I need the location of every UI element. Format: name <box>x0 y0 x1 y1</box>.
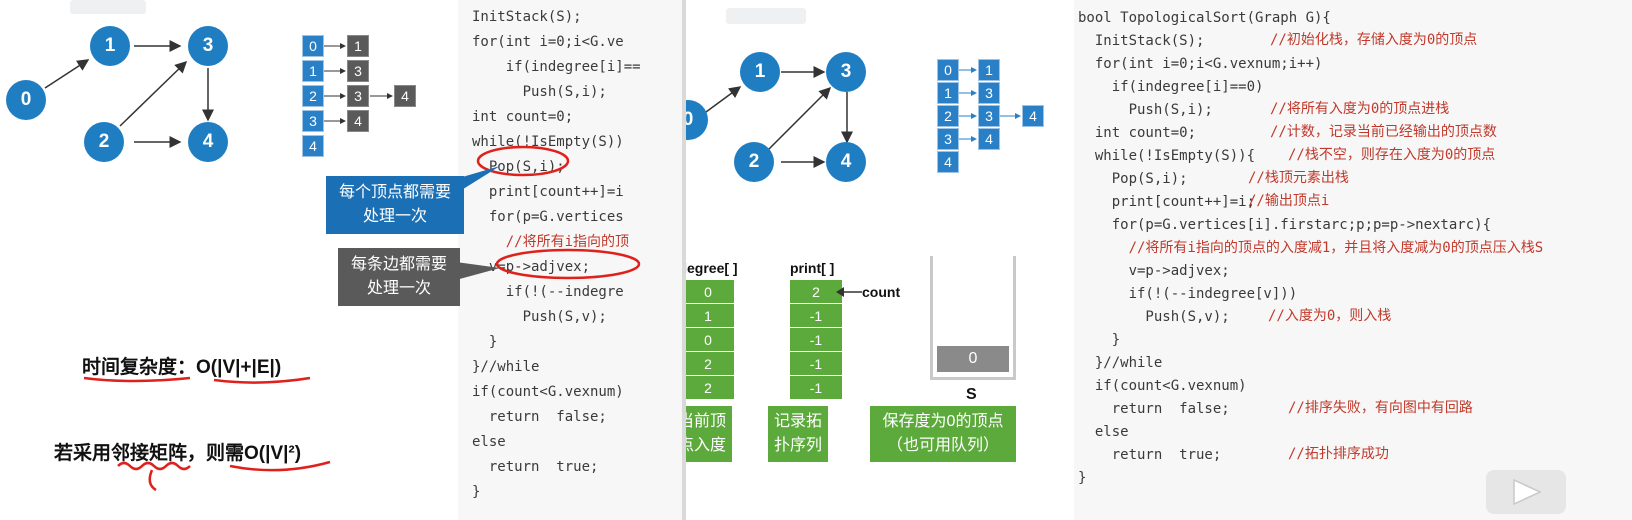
right-graph-node-3: 3 <box>826 52 866 92</box>
right-code-text: } <box>1078 470 1087 486</box>
indegree-note: 当前顶点入度 <box>686 406 732 462</box>
right-code-text: }//while <box>1078 355 1163 371</box>
right-code-line: //将所有i指向的顶点的入度减1，并且将入度减为0的顶点压入栈S <box>1078 236 1632 259</box>
callout-each-vertex: 每个顶点都需要处理一次 <box>326 176 464 234</box>
print-cell-4: -1 <box>790 376 842 400</box>
right-code-line: print[count++]=i;//输出顶点i <box>1078 190 1632 213</box>
right-code-line: InitStack(S); //初始化栈，存储入度为0的顶点 <box>1078 29 1632 52</box>
right-graph-edges <box>705 66 853 168</box>
right-code-text: for(int i=0;i<G.vexnum;i++) <box>1078 56 1323 72</box>
time-complexity: 时间复杂度：O(|V|+|E|) <box>82 352 281 379</box>
stack-note: 保存度为0的顶点（也可用队列） <box>870 406 1016 462</box>
matrix-complexity-label: 若采用邻接矩阵，则需 <box>54 443 245 464</box>
right-code-text: print[count++]=i; <box>1078 194 1256 210</box>
indegree-cell-3: 2 <box>686 352 734 376</box>
right-code-line: if(count<G.vexnum) <box>1078 374 1632 397</box>
right-code-comment: //入度为0，则入栈 <box>1268 308 1392 324</box>
callout-each-edge-text: 每条边都需要处理一次 <box>350 256 447 297</box>
right-graph-node-2: 2 <box>734 142 774 182</box>
stack-label: S <box>966 386 977 403</box>
right-adj-node: 3 <box>978 105 1000 127</box>
callout-each-edge: 每条边都需要处理一次 <box>338 248 460 306</box>
right-graph-node-4: 4 <box>826 142 866 182</box>
right-code-line: while(!IsEmpty(S)){ //栈不空，则存在入度为0的顶点 <box>1078 144 1632 167</box>
right-code-line: for(int i=0;i<G.vexnum;i++) <box>1078 52 1632 75</box>
right-code-text: if(!(--indegree[v])) <box>1078 286 1298 302</box>
right-code-text: } <box>1078 332 1121 348</box>
right-code-comment: //排序失败，有向图中有回路 <box>1288 400 1473 416</box>
right-code-line: else <box>1078 420 1632 443</box>
print-cell-2: -1 <box>790 328 842 352</box>
callout-each-vertex-text: 每个顶点都需要处理一次 <box>338 184 451 225</box>
matrix-complexity-value: O(|V|²) <box>244 443 302 464</box>
right-code-comment: //栈顶元素出栈 <box>1248 170 1349 186</box>
right-adj-node: 3 <box>978 82 1000 104</box>
right-code-line: return true; //拓扑排序成功 <box>1078 443 1632 466</box>
right-code-text: //将所有i指向的顶点的入度减1，并且将入度减为0的顶点压入栈S <box>1078 240 1544 256</box>
right-code-comment: //计数，记录当前已经输出的顶点数 <box>1270 124 1497 140</box>
indegree-cell-4: 2 <box>686 376 734 400</box>
right-slide-panel: 0 1 3 2 4 0 1 2 3 4 1 3 3 4 4 indegree[ … <box>686 0 1632 520</box>
right-code-text: int count=0; <box>1078 125 1197 141</box>
right-adj-head-3: 3 <box>937 128 959 150</box>
right-adj-node: 4 <box>978 128 1000 150</box>
matrix-complexity: 若采用邻接矩阵，则需O(|V|²) <box>54 438 301 465</box>
right-code-line: if(indegree[i]==0) <box>1078 75 1632 98</box>
right-code-text: Push(S,v); <box>1078 309 1230 325</box>
right-adj-node: 4 <box>1022 105 1044 127</box>
right-adj-head-0: 0 <box>937 59 959 81</box>
left-slide-panel: 0 1 3 2 4 0 1 2 3 4 1 3 3 4 4 InitStack(… <box>0 0 682 520</box>
right-graph-node-1: 1 <box>740 52 780 92</box>
print-note: 记录拓扑序列 <box>768 406 828 462</box>
right-code-text: Pop(S,i); <box>1078 171 1188 187</box>
right-code-text: for(p=G.vertices[i].firstarc;p;p=p->next… <box>1078 217 1492 233</box>
right-code-text: Push(S,i); <box>1078 102 1213 118</box>
indegree-title: indegree[ ] <box>686 260 738 276</box>
right-code-text: if(count<G.vexnum) <box>1078 378 1247 394</box>
time-complexity-label: 时间复杂度： <box>82 357 197 378</box>
right-code-line: for(p=G.vertices[i].firstarc;p;p=p->next… <box>1078 213 1632 236</box>
right-code-area: bool TopologicalSort(Graph G){ InitStack… <box>1074 0 1632 520</box>
right-code-comment: //输出顶点i <box>1248 193 1330 209</box>
indegree-cell-0: 0 <box>686 280 734 304</box>
right-code-comment: //拓扑排序成功 <box>1288 446 1389 462</box>
stack-item: 0 <box>937 346 1009 372</box>
right-code-text: InitStack(S); <box>1078 33 1205 49</box>
right-code-text: return false; <box>1078 401 1230 417</box>
right-adj-head-1: 1 <box>937 82 959 104</box>
right-adj-node: 1 <box>978 59 1000 81</box>
right-code-line: int count=0; //计数，记录当前已经输出的顶点数 <box>1078 121 1632 144</box>
play-button[interactable] <box>1486 470 1566 514</box>
right-code-line: return false; //排序失败，有向图中有回路 <box>1078 397 1632 420</box>
print-cell-0: 2 <box>790 280 842 304</box>
right-code-line: if(!(--indegree[v])) <box>1078 282 1632 305</box>
right-code-text: while(!IsEmpty(S)){ <box>1078 148 1256 164</box>
play-icon <box>1513 478 1542 506</box>
right-code-line: v=p->adjvex; <box>1078 259 1632 282</box>
right-code-text: if(indegree[i]==0) <box>1078 79 1264 95</box>
right-adj-head-4: 4 <box>937 151 959 173</box>
right-code-comment: //初始化栈，存储入度为0的顶点 <box>1270 32 1478 48</box>
right-code-text: else <box>1078 424 1129 440</box>
right-code-line: Pop(S,i); //栈顶元素出栈 <box>1078 167 1632 190</box>
right-code-comment: //将所有入度为0的顶点进栈 <box>1270 101 1450 117</box>
right-adj-head-2: 2 <box>937 105 959 127</box>
right-code-line: }//while <box>1078 351 1632 374</box>
print-cell-1: -1 <box>790 304 842 328</box>
right-code-line: } <box>1078 328 1632 351</box>
right-code-line: Push(S,i); //将所有入度为0的顶点进栈 <box>1078 98 1632 121</box>
count-label: count <box>862 284 901 300</box>
right-code-text: bool TopologicalSort(Graph G){ <box>1078 10 1331 26</box>
indegree-cell-2: 0 <box>686 328 734 352</box>
right-code-line: Push(S,v); //入度为0，则入栈 <box>1078 305 1632 328</box>
right-code-line: bool TopologicalSort(Graph G){ <box>1078 6 1632 29</box>
time-complexity-value: O(|V|+|E|) <box>196 357 282 378</box>
indegree-cell-1: 1 <box>686 304 734 328</box>
right-code-text: return true; <box>1078 447 1222 463</box>
right-code-comment: //栈不空，则存在入度为0的顶点 <box>1288 147 1496 163</box>
print-title: print[ ] <box>790 260 835 276</box>
right-code-text: v=p->adjvex; <box>1078 263 1230 279</box>
print-cell-3: -1 <box>790 352 842 376</box>
